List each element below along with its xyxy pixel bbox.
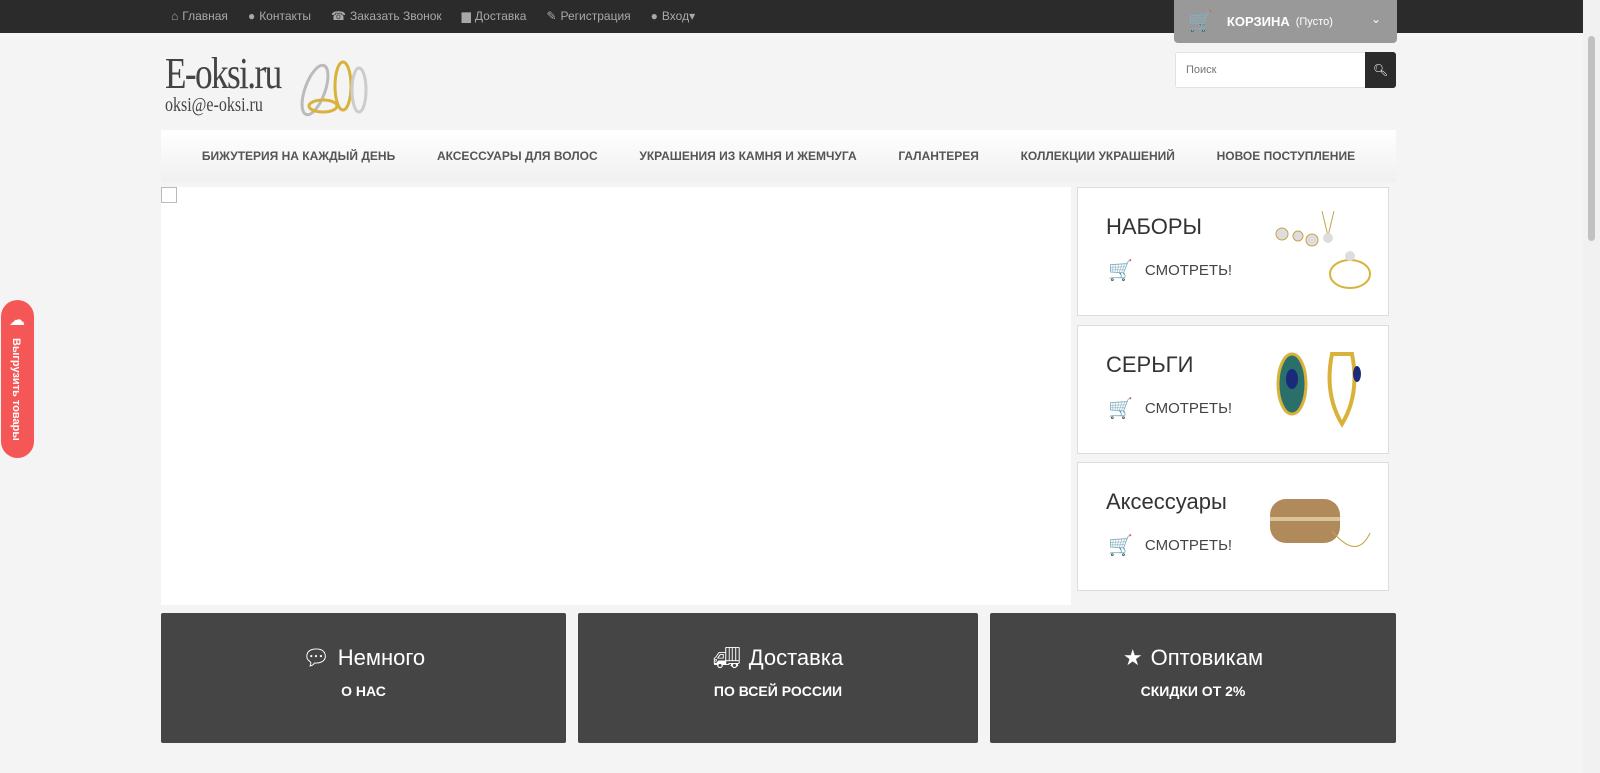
search-icon: 🔍︎ — [1372, 63, 1389, 77]
earrings-image — [1276, 352, 1361, 428]
view-link[interactable]: 🛒 СМОТРЕТЬ! — [1108, 258, 1232, 283]
cart-status: (Пусто) — [1295, 15, 1333, 28]
menu-item[interactable]: УКРАШЕНИЯ ИЗ КАМНЯ И ЖЕМЧУГА — [639, 149, 856, 163]
menu-item[interactable]: БИЖУТЕРИЯ НА КАЖДЫЙ ДЕНЬ — [202, 149, 395, 163]
cart-icon: 🛒 — [1108, 535, 1133, 557]
category-card-sets[interactable]: НАБОРЫ 🛒 СМОТРЕТЬ! — [1077, 187, 1389, 316]
nav-home[interactable]: ⌂ Главная — [171, 9, 228, 23]
rings-logo-image — [300, 60, 368, 117]
search-input[interactable] — [1175, 52, 1365, 88]
menu-item[interactable]: КОЛЛЕКЦИИ УКРАШЕНИЙ — [1021, 149, 1175, 163]
search-button[interactable]: 🔍︎ — [1365, 52, 1396, 88]
category-card-accessories[interactable]: Аксессуары 🛒 СМОТРЕТЬ! — [1077, 462, 1389, 591]
menu-item[interactable]: НОВОЕ ПОСТУПЛЕНИЕ — [1217, 149, 1356, 163]
truck-icon: ▆ — [461, 9, 471, 23]
clutch-bag-image — [1270, 499, 1371, 547]
phone-icon: ☎ — [331, 9, 346, 23]
view-link[interactable]: 🛒 СМОТРЕТЬ! — [1108, 533, 1232, 558]
top-nav: ⌂ Главная ● Контакты ☎ Заказать Звонок ▆ Дос… — [171, 9, 695, 23]
nav-contacts[interactable]: ● Контакты — [248, 9, 311, 23]
feature-wholesale[interactable]: ★ Оптовикам СКИДКИ ОТ 2% — [990, 613, 1396, 743]
cart-icon: 🛒 — [1188, 11, 1213, 33]
comments-icon: 💬︎ — [301, 645, 330, 670]
scrollbar[interactable] — [1583, 0, 1600, 773]
search-form: 🔍︎ — [1175, 52, 1396, 88]
menu-item[interactable]: АКСЕССУАРЫ ДЛЯ ВОЛОС — [437, 149, 598, 163]
view-link[interactable]: 🛒 СМОТРЕТЬ! — [1108, 396, 1232, 421]
cloud-upload-icon: ☁ — [9, 312, 25, 329]
banner-slider[interactable] — [161, 187, 1071, 605]
feature-about[interactable]: 💬︎ Немного О НАС — [161, 613, 566, 743]
jewelry-set-image — [1275, 210, 1371, 289]
cart-icon: 🛒 — [1108, 260, 1133, 282]
main-menu: БИЖУТЕРИЯ НА КАЖДЫЙ ДЕНЬ АКСЕССУАРЫ ДЛЯ … — [161, 130, 1396, 182]
scrollbar-thumb[interactable] — [1588, 36, 1595, 241]
chevron-down-icon: ⌄ — [1370, 12, 1381, 26]
user-icon: ● — [650, 9, 658, 23]
nav-login[interactable]: ● Вход▾ — [651, 9, 695, 23]
nav-delivery[interactable]: ▆ Доставка — [462, 9, 527, 23]
nav-register[interactable]: ✎ Регистрация — [546, 9, 630, 23]
cart-button[interactable]: 🛒 КОРЗИНА (Пусто) ⌄ — [1174, 0, 1397, 43]
map-marker-icon: ● — [247, 9, 256, 23]
nav-callback[interactable]: ☎ Заказать Звонок — [331, 9, 442, 23]
menu-item[interactable]: ГАЛАНТЕРЕЯ — [898, 149, 979, 163]
cart-label: КОРЗИНА — [1226, 14, 1290, 29]
home-icon: ⌂ — [171, 9, 179, 23]
star-icon: ★ — [1122, 645, 1143, 670]
cart-icon: 🛒 — [1108, 398, 1133, 420]
edit-icon: ✎ — [546, 9, 557, 23]
broken-image-icon — [161, 187, 177, 203]
category-card-earrings[interactable]: СЕРЬГИ 🛒 СМОТРЕТЬ! — [1077, 325, 1389, 454]
truck-icon: 🚚︎ — [712, 645, 741, 670]
feature-delivery[interactable]: 🚚︎ Доставка ПО ВСЕЙ РОССИИ — [578, 613, 978, 743]
export-products-widget[interactable]: ☁ Выгрузить товары — [1, 300, 34, 458]
